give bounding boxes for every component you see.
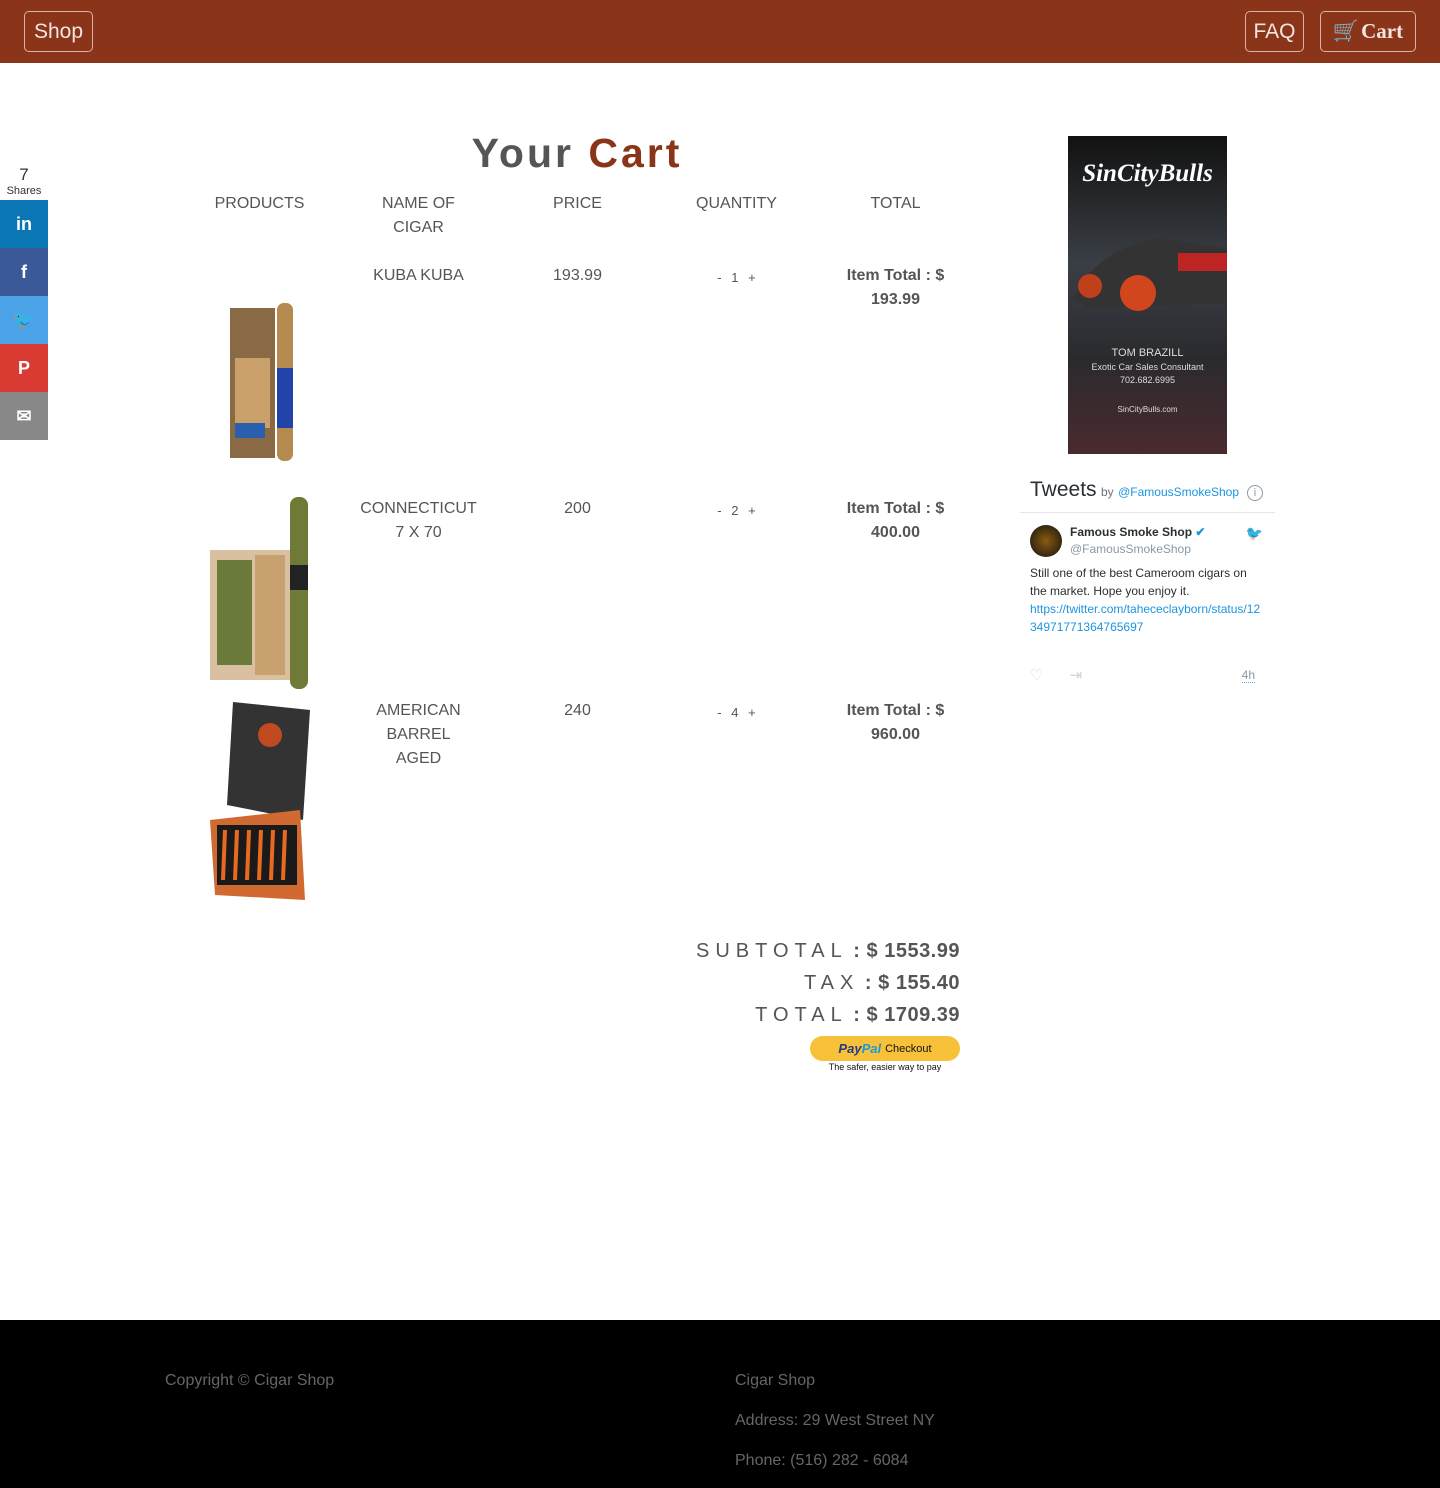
paypal-checkout-button[interactable]: Pay Pal Checkout (810, 1036, 960, 1061)
twitter-timeline: Tweets by @FamousSmokeShop i Famous Smok… (1020, 478, 1275, 698)
footer-copyright: Copyright © Cigar Shop (165, 1372, 335, 1389)
twitter-share-button[interactable]: 🐦 (0, 296, 48, 344)
footer-shop-name: Cigar Shop (735, 1372, 816, 1389)
navbar: Shop FAQ 🛒 Cart (0, 0, 1440, 63)
like-icon[interactable]: ♡ (1030, 667, 1043, 684)
product-image-american-barrel-aged (210, 702, 310, 900)
tweet-handle[interactable]: @FamousSmokeShop (1070, 542, 1265, 556)
page-title: Your Cart (471, 130, 683, 176)
header-price: PRICE (553, 195, 602, 212)
item-name: AMERICAN BARREL AGED (376, 702, 461, 767)
quantity-stepper: - 2 + (657, 499, 816, 523)
faq-button[interactable]: FAQ (1245, 11, 1304, 52)
pinterest-share-button[interactable]: P (0, 344, 48, 392)
decrease-button[interactable]: - (717, 270, 721, 285)
info-icon[interactable]: i (1247, 485, 1263, 501)
share-count: 7 Shares (0, 165, 48, 197)
header-quantity: QUANTITY (696, 195, 777, 212)
ad-name: TOM BRAZILL (1111, 347, 1184, 359)
email-icon: ✉ (16, 405, 32, 426)
ad-phone: 702.682.6995 (1119, 375, 1176, 385)
tax-row: TAX : $ 155.40 (803, 972, 960, 994)
ad-car-image (1073, 238, 1227, 311)
tweet-author[interactable]: Famous Smoke Shop (1070, 525, 1192, 539)
product-image-connecticut (210, 497, 308, 689)
share-count-label: Shares (6, 185, 42, 197)
item-price: 240 (564, 702, 591, 719)
avatar[interactable] (1030, 525, 1062, 557)
item-name: CONNECTICUT 7 X 70 (360, 500, 477, 541)
ad-banner[interactable]: SinCityBulls TOM BRAZILL Exotic Car Sale… (1068, 136, 1227, 454)
twitter-bird-icon[interactable]: 🐦 (1246, 525, 1263, 542)
header-total: TOTAL (870, 195, 921, 212)
product-image-kuba-kuba (230, 303, 293, 461)
item-total: Item Total : $193.99 (846, 267, 945, 308)
tweet-text: Still one of the best Cameroom cigars on… (1030, 566, 1247, 598)
item-total: Item Total : $400.00 (846, 500, 945, 541)
facebook-icon: f (21, 261, 27, 282)
timeline-header: Tweets by @FamousSmokeShop i (1020, 478, 1275, 513)
quantity-value: 2 (731, 503, 739, 518)
verified-icon: ✔ (1195, 525, 1206, 539)
share-count-value: 7 (19, 165, 29, 184)
total-row: TOTAL : $ 1709.39 (755, 1004, 960, 1026)
item-price: 193.99 (553, 267, 602, 284)
quantity-value: 1 (731, 270, 739, 285)
tweet: Famous Smoke Shop ✔ @FamousSmokeShop 🐦 S… (1020, 513, 1275, 698)
twitter-icon: 🐦 (12, 309, 36, 330)
ad-brand: SinCityBulls (1082, 160, 1213, 187)
decrease-button[interactable]: - (717, 503, 721, 518)
ad-site: SinCityBulls.com (1117, 405, 1178, 414)
timeline-title: Tweets (1030, 478, 1097, 501)
footer-address: Address: 29 West Street NY (735, 1412, 935, 1429)
facebook-share-button[interactable]: f (0, 248, 48, 296)
header-products: PRODUCTS (214, 195, 305, 212)
share-icon[interactable]: ⇥ (1070, 667, 1083, 684)
decrease-button[interactable]: - (717, 705, 721, 720)
pinterest-icon: P (17, 357, 30, 378)
item-name: KUBA KUBA (373, 267, 464, 284)
quantity-stepper: - 1 + (657, 266, 816, 290)
linkedin-icon: in (16, 213, 32, 234)
quantity-stepper: - 4 + (657, 701, 816, 725)
increase-button[interactable]: + (748, 270, 756, 285)
timeline-handle-link[interactable]: @FamousSmokeShop (1118, 485, 1239, 499)
paypal-tagline: The safer, easier way to pay (828, 1062, 942, 1072)
increase-button[interactable]: + (748, 503, 756, 518)
email-share-button[interactable]: ✉ (0, 392, 48, 440)
header-name: NAME OF CIGAR (382, 195, 455, 236)
shop-button[interactable]: Shop (24, 11, 93, 52)
increase-button[interactable]: + (748, 705, 756, 720)
footer: Copyright © Cigar Shop Cigar Shop Addres… (0, 1320, 1440, 1488)
subtotal-row: SUBTOTAL : $ 1553.99 (696, 940, 960, 962)
quantity-value: 4 (731, 705, 739, 720)
ad-role: Exotic Car Sales Consultant (1091, 362, 1204, 372)
tweet-link[interactable]: https://twitter.com/tahececlayborn/statu… (1030, 600, 1265, 636)
linkedin-share-button[interactable]: in (0, 200, 48, 248)
footer-phone: Phone: (516) 282 - 6084 (735, 1452, 909, 1469)
cart-icon: 🛒 (1332, 19, 1360, 43)
item-total: Item Total : $960.00 (846, 702, 945, 743)
cart-button[interactable]: 🛒 Cart (1320, 11, 1416, 52)
item-price: 200 (564, 500, 591, 517)
cart-label: Cart (1361, 19, 1404, 43)
tweet-time[interactable]: 4h (1241, 668, 1255, 683)
